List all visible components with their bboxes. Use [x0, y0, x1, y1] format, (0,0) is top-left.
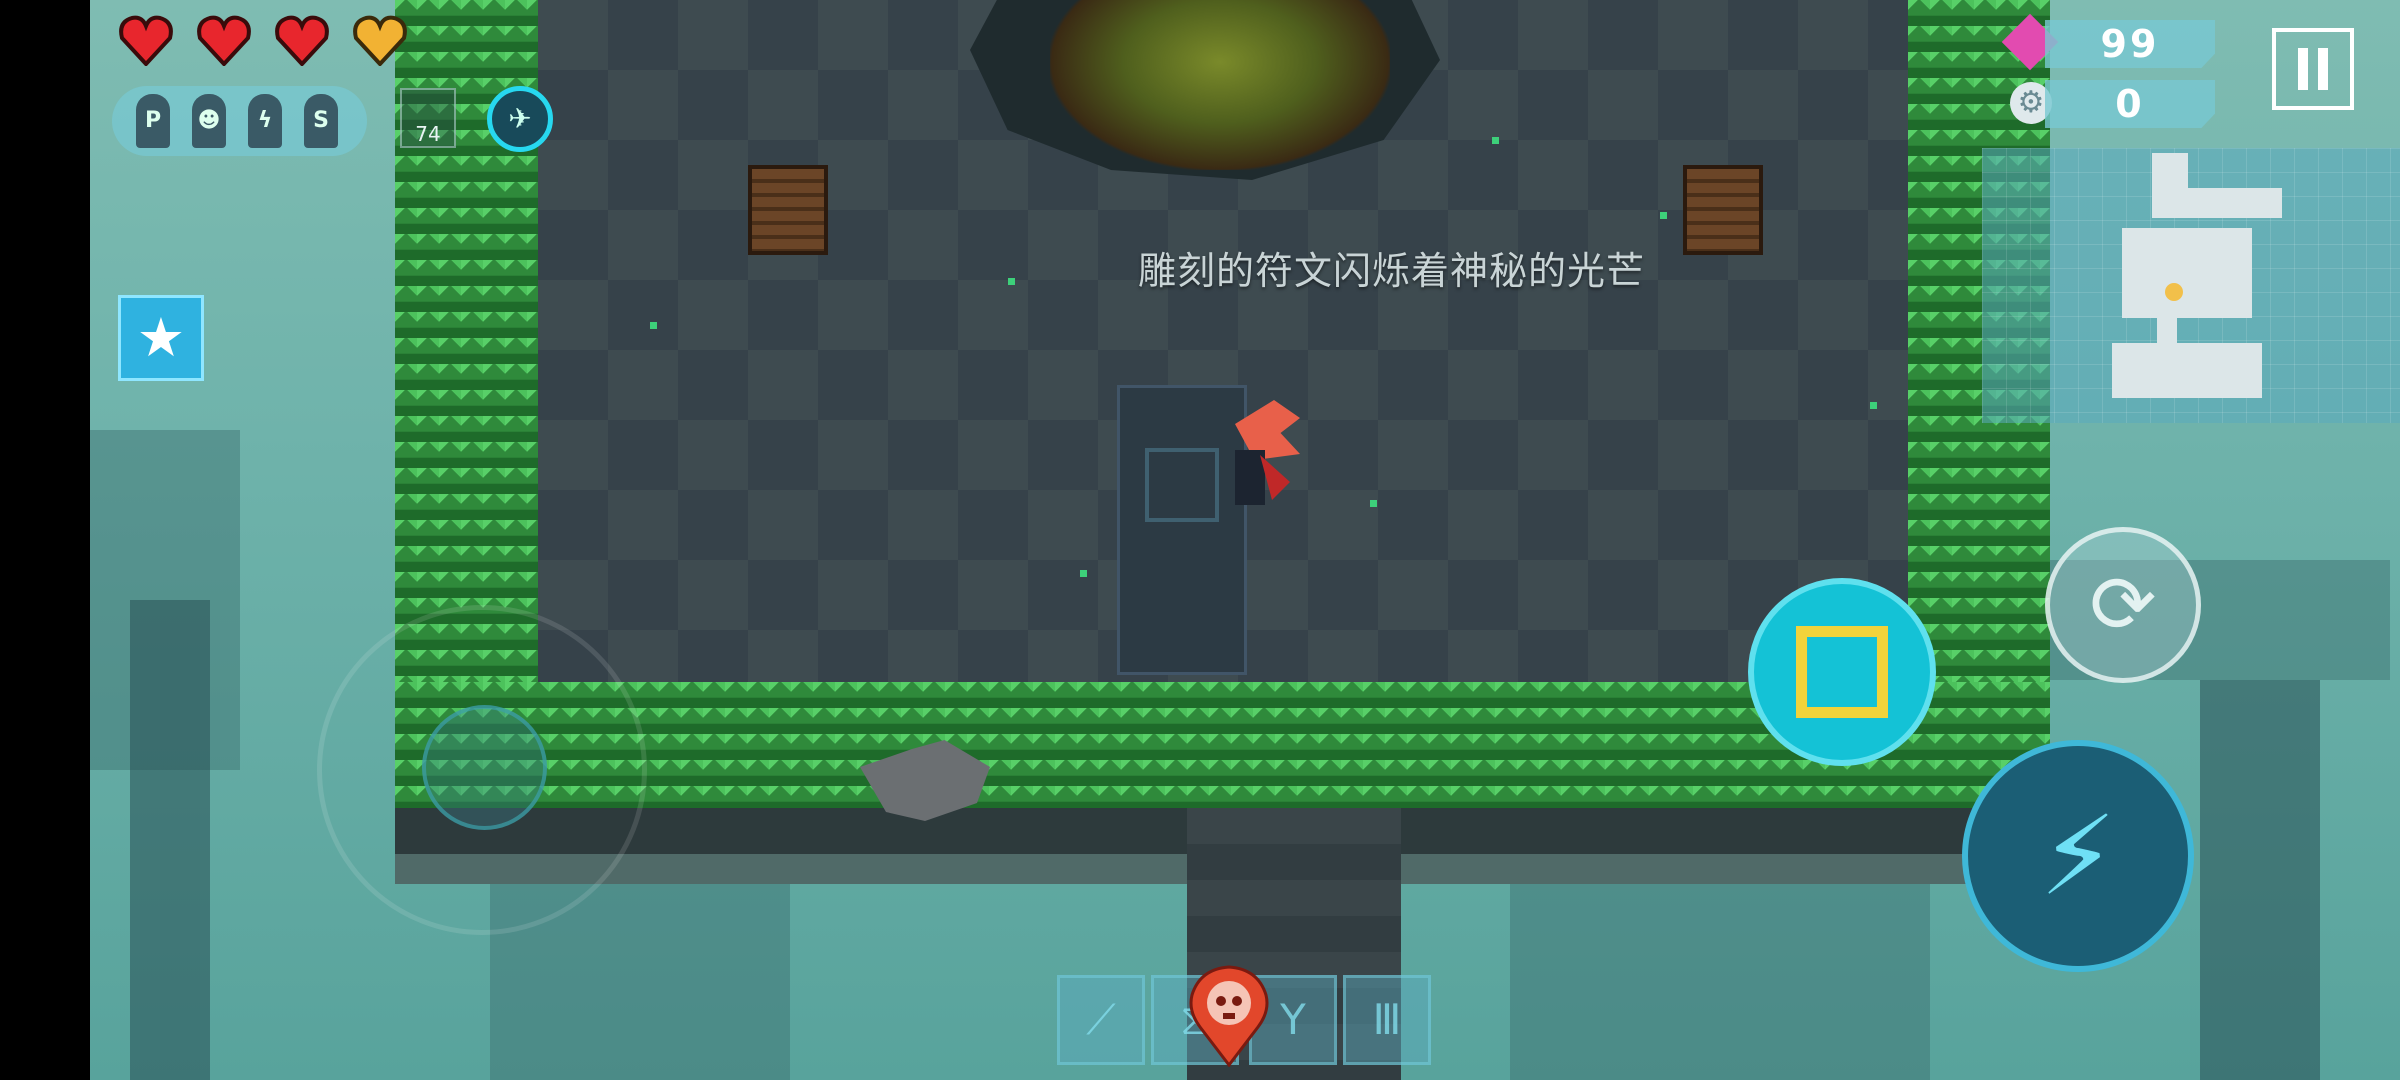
boss-creature	[1050, 0, 1390, 170]
background-pillar	[1510, 880, 1930, 1080]
heart-icon	[196, 14, 252, 67]
minimap-room	[2152, 153, 2188, 193]
perk-lightning-icon[interactable]: ϟ	[248, 94, 282, 148]
particle	[1080, 570, 1087, 577]
parts-count: 0	[2045, 80, 2215, 128]
perk-bar[interactable]: P ☻ ϟ S	[112, 86, 367, 156]
perk-s[interactable]: S	[304, 94, 338, 148]
swap-weapon-button[interactable]: ⟳	[2045, 527, 2201, 683]
particle	[1008, 278, 1015, 285]
heart-icon	[118, 14, 174, 67]
item-slot[interactable]: ⟋	[1057, 975, 1145, 1065]
rune-message: 雕刻的符文闪烁着神秘的光芒	[1138, 249, 1646, 293]
secondary-weapon-slot[interactable]: 74	[400, 88, 456, 148]
active-weapon-icon[interactable]: ✈	[487, 86, 553, 152]
minimap-room	[2122, 228, 2252, 318]
minimap[interactable]	[1982, 148, 2400, 423]
wooden-crate[interactable]	[1683, 165, 1763, 255]
particle	[1660, 212, 1667, 219]
minimap-player-marker	[2165, 283, 2183, 301]
minimap-corridor	[2152, 188, 2282, 218]
star-buff-icon[interactable]: ★	[118, 295, 204, 381]
gem-count: 99	[2045, 20, 2215, 68]
armor-heart-icon	[352, 14, 408, 67]
skull-marker-icon	[1189, 965, 1269, 1067]
pause-button[interactable]	[2272, 28, 2354, 110]
particle	[1870, 402, 1877, 409]
wooden-crate[interactable]	[748, 165, 828, 255]
item-slot[interactable]: Ⅲ	[1343, 975, 1431, 1065]
player-character	[1205, 400, 1305, 520]
weapon-ammo: 74	[415, 122, 441, 146]
player-body	[1235, 450, 1265, 505]
perk-skull-icon[interactable]: ☻	[192, 94, 226, 148]
background-pillar	[130, 600, 210, 1080]
minimap-room	[2112, 343, 2262, 398]
skill-button[interactable]	[1748, 578, 1936, 766]
particle	[1492, 137, 1499, 144]
attack-button[interactable]: ⚡	[1962, 740, 2194, 972]
particle	[650, 322, 657, 329]
joystick-knob[interactable]	[422, 705, 547, 830]
particle	[1370, 500, 1377, 507]
background-pillar	[2200, 680, 2320, 1080]
perk-p[interactable]: P	[136, 94, 170, 148]
heart-icon	[274, 14, 330, 67]
